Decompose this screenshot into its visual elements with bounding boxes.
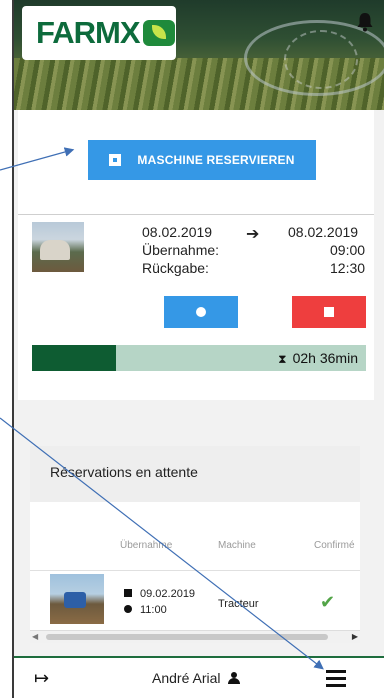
remaining-time: ⧗ 02h 36min — [278, 350, 358, 367]
bottom-navigation: ↦ André Arial — [14, 656, 384, 698]
remaining-time-value: 02h 36min — [292, 350, 358, 366]
table-row-divider — [30, 570, 360, 571]
pending-reservations-title: Réservations en attente — [50, 464, 198, 480]
arrow-right-icon: ➔ — [246, 226, 260, 243]
pickup-time: 09:00 — [330, 242, 366, 258]
row-date-cell: 09.02.2019 — [124, 588, 195, 600]
stop-reservation-button[interactable] — [292, 296, 366, 328]
scroll-left-icon[interactable]: ◀ — [32, 632, 38, 641]
row-date: 09.02.2019 — [140, 588, 196, 600]
scroll-right-icon[interactable]: ▶ — [352, 632, 358, 641]
confirmed-check-icon: ✔ — [320, 592, 336, 612]
logo[interactable]: FARMX — [22, 6, 176, 60]
calendar-icon — [109, 154, 122, 166]
horizontal-scrollbar[interactable]: ◀ ▶ — [30, 630, 360, 643]
column-header-confirmed: Confirmé — [314, 540, 355, 551]
header-banner: FARMX — [14, 0, 384, 110]
row-time: 11:00 — [140, 604, 167, 616]
reserve-machine-label: MASCHINE RESERVIEREN — [137, 153, 295, 167]
bell-icon[interactable] — [356, 12, 374, 32]
pending-reservations-header: Réservations en attente — [30, 446, 360, 502]
end-date: 08.02.2019 — [288, 224, 359, 240]
reserve-machine-button[interactable]: MASCHINE RESERVIEREN — [88, 140, 316, 180]
extend-time-button[interactable] — [164, 296, 238, 328]
menu-line — [326, 670, 346, 673]
clock-icon — [124, 605, 132, 613]
user-name: André Arial — [152, 670, 221, 686]
calendar-icon — [124, 589, 132, 597]
scroll-thumb[interactable] — [46, 634, 328, 640]
menu-line — [326, 684, 346, 687]
header-machine-wheel — [284, 30, 358, 89]
column-header-pickup: Übernahme — [120, 540, 173, 551]
hamburger-menu-icon[interactable] — [326, 670, 346, 687]
logo-leaf-icon — [142, 20, 175, 46]
clock-icon — [196, 307, 206, 317]
user-icon — [228, 672, 241, 684]
column-header-machine: Machine — [218, 540, 256, 551]
pending-reservations-table: Übernahme Machine Confirmé 09.02.2019 11… — [30, 502, 360, 642]
hourglass-icon: ⧗ — [278, 352, 287, 366]
pickup-label: Übernahme: — [142, 242, 220, 258]
start-date: 08.02.2019 — [142, 224, 213, 240]
app-frame: FARMX MASCHINE RESERVIEREN 08.02.2019 ➔ … — [12, 0, 384, 698]
tractor-thumbnail[interactable] — [50, 574, 104, 624]
menu-line — [326, 677, 346, 680]
row-time-cell: 11:00 — [124, 604, 167, 616]
logout-icon[interactable]: ↦ — [34, 668, 49, 689]
machine-thumbnail[interactable] — [32, 222, 84, 272]
row-machine: Tracteur — [218, 598, 259, 610]
return-time: 12:30 — [330, 260, 366, 276]
time-progress-bar: ⧗ 02h 36min — [32, 345, 366, 371]
stop-icon — [324, 307, 334, 317]
user-profile[interactable]: André Arial — [152, 670, 241, 686]
progress-fill — [32, 345, 116, 371]
logo-text: FARMX — [36, 15, 140, 50]
return-label: Rückgabe: — [142, 260, 209, 276]
divider — [18, 214, 374, 215]
bell-icon-svg — [357, 13, 373, 32]
active-reservation-card: MASCHINE RESERVIEREN 08.02.2019 ➔ 08.02.… — [18, 110, 374, 400]
